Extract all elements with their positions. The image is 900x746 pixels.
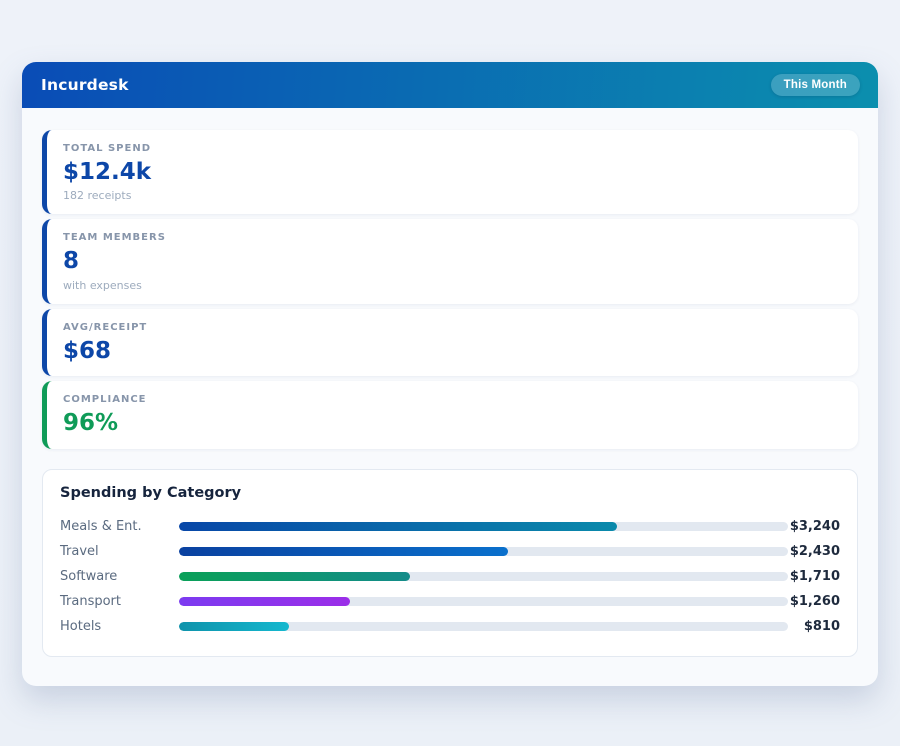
chart-row: Software $1,710 — [60, 564, 840, 589]
stats-list: TOTAL SPEND $12.4k 182 receipts TEAM MEM… — [42, 130, 858, 449]
stat-card: TOTAL SPEND $12.4k 182 receipts — [42, 130, 858, 214]
chart-row: Travel $2,430 — [60, 539, 840, 564]
stat-value: 8 — [63, 248, 842, 274]
chart-row: Hotels $810 — [60, 614, 840, 639]
category-value: $1,260 — [788, 594, 840, 609]
dashboard-panel: Incurdesk This Month TOTAL SPEND $12.4k … — [22, 62, 878, 686]
stat-value: 96% — [63, 410, 842, 436]
stat-card: AVG/RECEIPT $68 — [42, 309, 858, 376]
category-value: $3,240 — [788, 519, 840, 534]
bar-fill — [179, 547, 508, 556]
bar-track — [179, 522, 788, 531]
bar-track — [179, 597, 788, 606]
period-badge[interactable]: This Month — [771, 74, 860, 96]
app-header: Incurdesk This Month — [22, 62, 878, 108]
main-content: TOTAL SPEND $12.4k 182 receipts TEAM MEM… — [22, 108, 878, 677]
stat-value: $12.4k — [63, 159, 842, 185]
bar-track — [179, 572, 788, 581]
bar-fill — [179, 597, 350, 606]
category-value: $810 — [788, 619, 840, 634]
chart-row: Meals & Ent. $3,240 — [60, 514, 840, 539]
category-label: Meals & Ent. — [60, 519, 179, 534]
bar-fill — [179, 622, 289, 631]
category-value: $1,710 — [788, 569, 840, 584]
stat-label: COMPLIANCE — [63, 394, 842, 405]
stat-card: TEAM MEMBERS 8 with expenses — [42, 219, 858, 303]
stat-value: $68 — [63, 338, 842, 364]
spending-chart-card: Spending by Category Meals & Ent. $3,240… — [42, 469, 858, 657]
stat-subtext: 182 receipts — [63, 189, 842, 202]
category-label: Hotels — [60, 619, 179, 634]
chart-row: Transport $1,260 — [60, 589, 840, 614]
bar-fill — [179, 572, 410, 581]
bar-track — [179, 622, 788, 631]
category-value: $2,430 — [788, 544, 840, 559]
category-label: Transport — [60, 594, 179, 609]
chart-title: Spending by Category — [60, 485, 840, 501]
app-title: Incurdesk — [41, 76, 129, 94]
category-label: Software — [60, 569, 179, 584]
bar-fill — [179, 522, 617, 531]
stat-label: TEAM MEMBERS — [63, 232, 842, 243]
stat-subtext: with expenses — [63, 279, 842, 292]
category-label: Travel — [60, 544, 179, 559]
stat-card: COMPLIANCE 96% — [42, 381, 858, 448]
bar-track — [179, 547, 788, 556]
stat-label: TOTAL SPEND — [63, 143, 842, 154]
stat-label: AVG/RECEIPT — [63, 322, 842, 333]
